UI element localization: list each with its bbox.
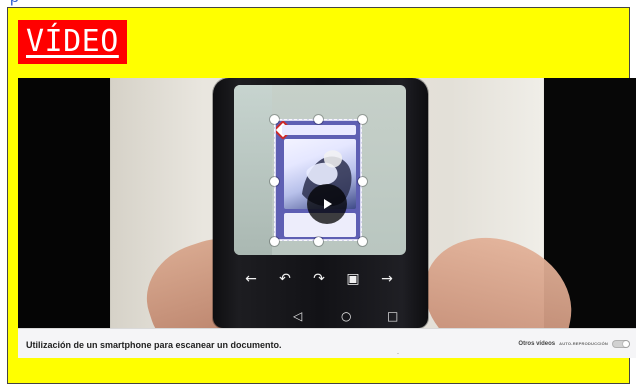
rotate-right-icon: ↷: [313, 271, 325, 287]
top-cut-text: p: [10, 0, 19, 6]
rotate-left-icon: ↶: [279, 271, 291, 287]
phone-btn-label: [338, 288, 368, 298]
arrow-right-icon: →: [381, 271, 393, 287]
circle-home-icon: ○: [341, 309, 352, 323]
arrow-left-icon: ←: [245, 271, 257, 287]
phone-btn-label: [236, 288, 266, 298]
android-navigation-bar: ◁ ○ □: [293, 308, 403, 324]
crop-outline: [274, 119, 362, 241]
autoplay-label: AUTO-REPRODUCCIÓN: [559, 341, 608, 346]
crop-handle: [270, 115, 279, 124]
video-title-badge: VÍDEO: [18, 20, 127, 64]
crop-handle: [314, 237, 323, 246]
image-icon: ▣: [346, 271, 360, 287]
video-caption-controls: Otros vídeos AUTO-REPRODUCCIÓN: [518, 337, 630, 351]
crop-handle: [314, 115, 323, 124]
crop-handle: [270, 177, 279, 186]
square-recent-icon: □: [387, 309, 399, 323]
video-player[interactable]: ← ↶ ↷ ▣ → ◁ ○ □ Utilización de un smartp…: [18, 78, 636, 358]
autoplay-toggle[interactable]: [612, 340, 630, 348]
phone-btn-label: [372, 288, 402, 298]
phone-btn-label: [270, 288, 300, 298]
bottom-tiny-mark: ·: [397, 351, 399, 357]
video-left-dark-area: [18, 78, 110, 328]
video-section-box: VÍDEO ← ↶ ↷ ▣ → ◁ ○ □ Utilización de un …: [7, 7, 636, 384]
play-button[interactable]: [307, 184, 347, 224]
crop-handle: [358, 177, 367, 186]
crop-handle: [358, 115, 367, 124]
video-caption-bar: Utilización de un smartphone para escane…: [18, 328, 636, 358]
video-frame[interactable]: ← ↶ ↷ ▣ → ◁ ○ □: [18, 78, 636, 328]
crop-handle: [270, 237, 279, 246]
crop-handle: [358, 237, 367, 246]
phone-controls: ← ↶ ↷ ▣ → ◁ ○ □: [241, 270, 401, 325]
phone-screen-left-area: [234, 85, 272, 255]
phone-screen: [234, 85, 406, 255]
other-videos-link[interactable]: Otros vídeos: [518, 339, 555, 349]
page: p VÍDEO: [0, 0, 637, 388]
phone-btn-label: [304, 288, 334, 298]
autoplay-toggle-knob: [623, 341, 629, 347]
play-icon: [324, 199, 332, 209]
triangle-back-icon: ◁: [293, 309, 303, 323]
video-caption: Utilización de un smartphone para escane…: [26, 340, 282, 350]
